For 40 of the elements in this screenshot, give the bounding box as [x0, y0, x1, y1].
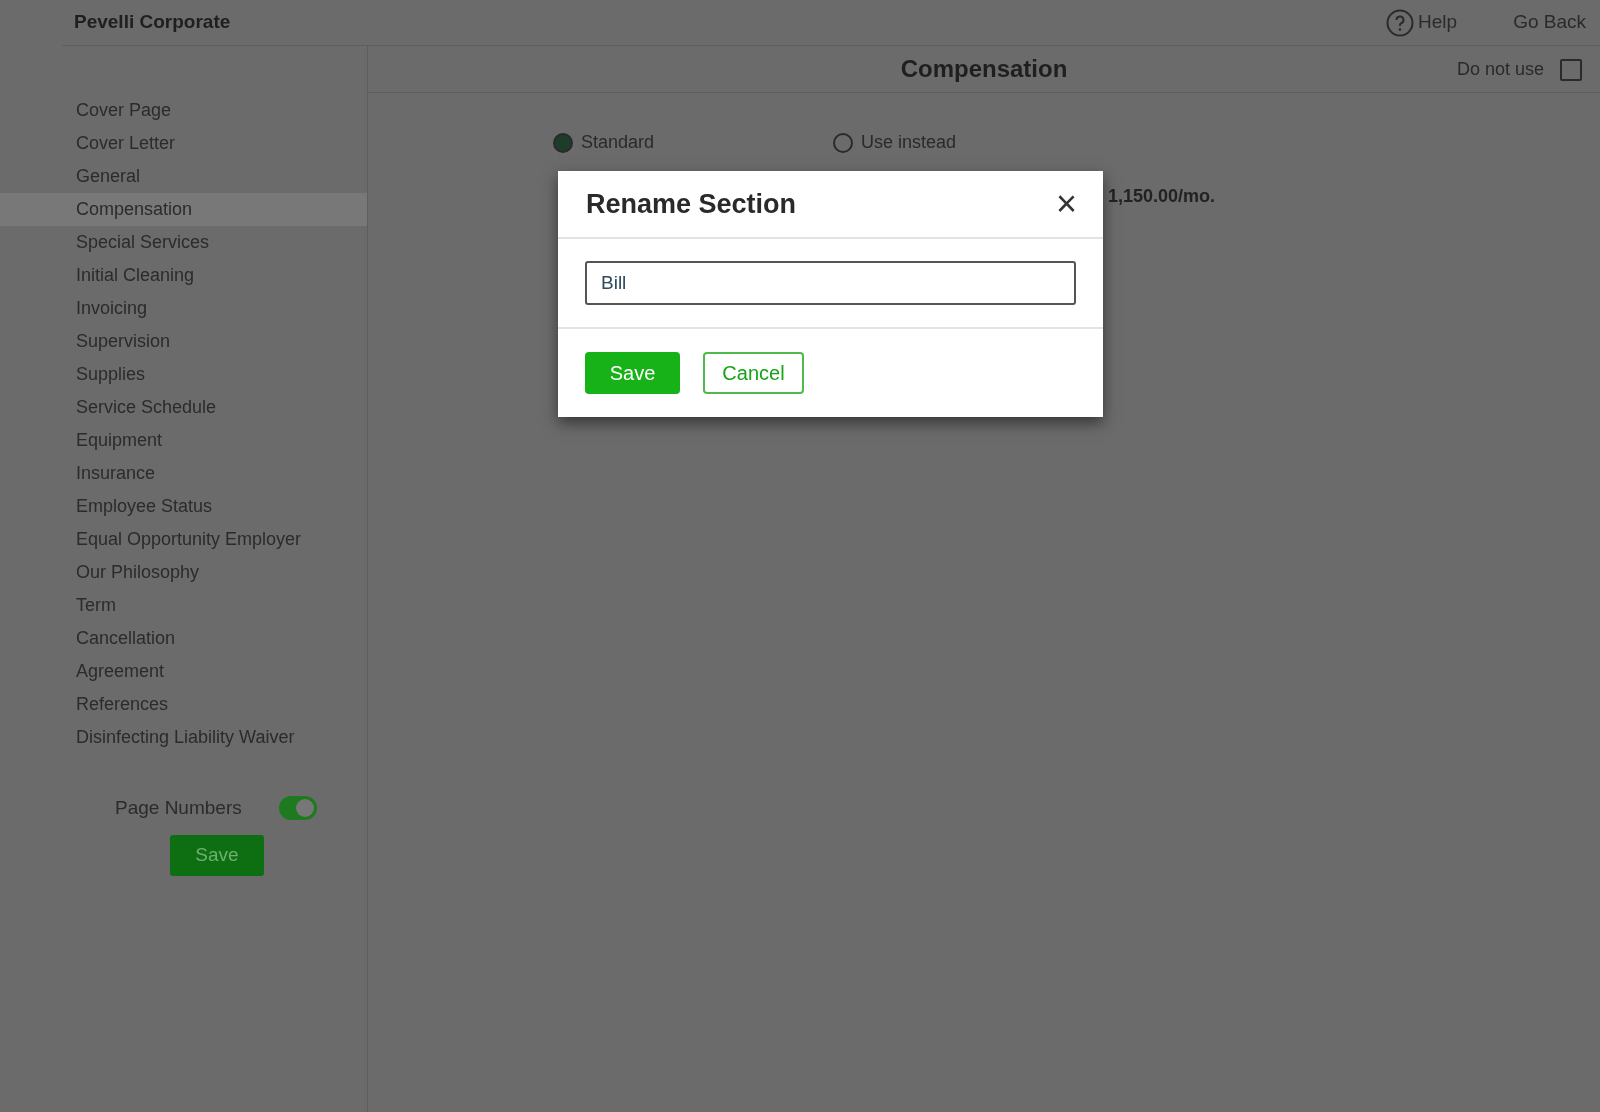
- sidebar-item[interactable]: Insurance: [0, 457, 367, 490]
- sidebar-item[interactable]: Agreement: [0, 655, 367, 688]
- save-button[interactable]: Save: [585, 352, 680, 394]
- sidebar-item[interactable]: Equipment: [0, 424, 367, 457]
- option-label: Use instead: [861, 131, 957, 154]
- sidebar-item[interactable]: General: [0, 160, 367, 193]
- option-label: Standard: [581, 131, 655, 154]
- help-icon: [1386, 8, 1415, 37]
- sidebar-item[interactable]: Equal Opportunity Employer: [0, 523, 367, 556]
- radio-button[interactable]: [553, 132, 573, 153]
- name-input-field[interactable]: Bill: [585, 261, 1076, 305]
- dialog-title: Rename Section: [586, 187, 797, 221]
- section-title: Compensation: [900, 54, 1068, 84]
- sidebar-item[interactable]: Cover Page: [0, 94, 367, 127]
- radio-button[interactable]: [833, 132, 853, 153]
- sidebar-item[interactable]: Service Schedule: [0, 391, 367, 424]
- sidebar-item[interactable]: Term: [0, 589, 367, 622]
- sidebar-item[interactable]: Invoicing: [0, 292, 367, 325]
- save-button[interactable]: Save: [170, 834, 264, 876]
- sidebar-item[interactable]: Initial Cleaning: [0, 259, 367, 292]
- sidebar-item[interactable]: Compensation: [0, 193, 367, 226]
- sidebar-item[interactable]: Employee Status: [0, 490, 367, 523]
- help-link[interactable]: Help: [1386, 8, 1458, 37]
- cancel-button[interactable]: Cancel: [703, 352, 804, 394]
- sidebar-item[interactable]: Disinfecting Liability Waiver: [0, 721, 367, 754]
- sidebar-item[interactable]: Cancellation: [0, 622, 367, 655]
- page-numbers-toggle[interactable]: [278, 796, 317, 821]
- sidebar-item[interactable]: Cover Letter: [0, 127, 367, 160]
- do-not-use-checkbox[interactable]: [1560, 58, 1582, 81]
- page-numbers-label: Page Numbers: [115, 796, 242, 820]
- amount-text: 1,150.00/mo.: [1108, 185, 1216, 208]
- close-button[interactable]: ×: [1055, 186, 1077, 222]
- do-not-use-label: Do not use: [1456, 58, 1544, 81]
- sidebar-item[interactable]: Our Philosophy: [0, 556, 367, 589]
- brand-name: Pevelli Corporate: [74, 10, 231, 35]
- go-back-link[interactable]: Go Back: [1513, 8, 1586, 37]
- sidebar-item[interactable]: References: [0, 688, 367, 721]
- sidebar-item[interactable]: Special Services: [0, 226, 367, 259]
- sidebar-item[interactable]: Supplies: [0, 358, 367, 391]
- sidebar-item[interactable]: Supervision: [0, 325, 367, 358]
